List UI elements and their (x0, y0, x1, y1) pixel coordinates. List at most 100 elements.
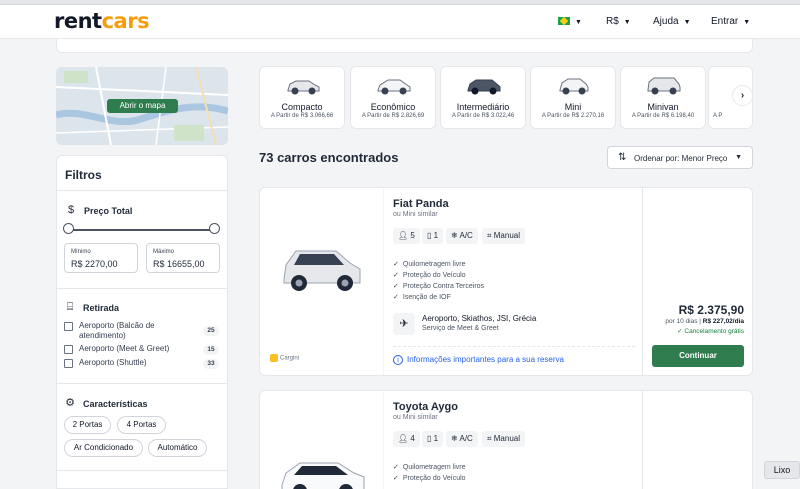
language-selector[interactable]: ▼ (558, 16, 582, 27)
car-similar: ou Mini similar (393, 414, 438, 421)
divider (393, 346, 635, 347)
currency-selector[interactable]: R$ ▼ (606, 16, 631, 27)
car-icon (647, 77, 681, 95)
min-price-label: Mínimo (71, 249, 91, 255)
category-card-mini[interactable]: Mini A Partir de R$ 2.270,16 (530, 66, 616, 129)
category-price: A Partir de R$ 3.022,46 (451, 113, 515, 119)
seats-spec: 👤︎ 5 (393, 228, 420, 244)
info-icon: i (393, 355, 403, 365)
check-icon: ✓ (393, 261, 399, 268)
seats-spec: 👤︎ 4 (393, 431, 420, 447)
bags-spec: ▯ 1 (422, 228, 444, 244)
total-price: R$ 2.375,90 (678, 303, 744, 317)
open-map-button[interactable]: Abrir o mapa (107, 99, 178, 113)
continue-button[interactable]: Continuar (652, 345, 744, 367)
currency-label: R$ (606, 16, 619, 27)
car-photo (281, 462, 365, 489)
free-cancellation: ✓ Cancelamento grátis (677, 328, 744, 335)
checkbox[interactable] (64, 359, 73, 368)
pickup-option[interactable]: Aeroporto (Meet & Greet) 15 (64, 344, 219, 356)
sort-dropdown[interactable]: ⇅ Ordenar por: Menor Preço ▼ (607, 146, 753, 169)
price-column: R$ 2.375,90 por 10 dias | R$ 227,02/dia … (642, 188, 753, 375)
feature-chip-2-doors[interactable]: 2 Portas (64, 416, 111, 434)
pickup-option[interactable]: Aeroporto (Shuttle) 33 (64, 358, 219, 370)
pickup-option-count: 15 (203, 345, 219, 355)
airplane-icon: ✈ (393, 313, 415, 335)
login-menu[interactable]: Entrar ▼ (711, 16, 750, 27)
pickup-option[interactable]: Aeroporto (Balcão de atendimento) 25 (64, 321, 219, 341)
feature-chip-4-doors[interactable]: 4 Portas (117, 416, 166, 434)
chevron-down-icon: ▼ (735, 154, 742, 161)
price-slider-min-handle[interactable] (63, 223, 74, 234)
rentcars-logo[interactable]: rentcars (54, 9, 150, 33)
sort-arrows-icon: ⇅ (618, 152, 627, 163)
car-result-card[interactable]: Cargini Fiat Panda ou Mini similar 👤︎ 5 … (259, 187, 753, 376)
car-name: Toyota Aygo (393, 401, 458, 413)
money-icon: $ (67, 204, 75, 216)
check-icon: ✓ (677, 328, 683, 335)
transmission-spec: ⌗ Manual (482, 228, 525, 244)
car-photo (283, 250, 361, 291)
trash-label[interactable]: Lixo (764, 461, 800, 479)
feature-item: ✓ Quilometragem livre (393, 261, 466, 268)
category-price: A Partir de R$ 3.066,66 (270, 113, 334, 119)
price-filter-title: Preço Total (84, 206, 133, 216)
pickup-option-count: 25 (203, 326, 219, 336)
max-price-label: Máximo (153, 249, 175, 255)
pickup-location: Aeroporto, Skiathos, JSI, Grécia (422, 314, 537, 323)
car-icon (287, 80, 320, 95)
car-similar: ou Mini similar (393, 211, 438, 218)
pickup-option-count: 33 (203, 359, 219, 369)
feature-chip-ac[interactable]: Ar Condicionado (64, 439, 143, 457)
help-menu[interactable]: Ajuda ▼ (653, 16, 691, 27)
category-card-minivan[interactable]: Minivan A Partir de R$ 6.198,40 (620, 66, 706, 129)
features-filter-title: Características (83, 399, 148, 409)
search-summary-bar[interactable] (56, 39, 753, 53)
category-card-intermediario[interactable]: Intermediário A Partir de R$ 3.022,46 (440, 66, 526, 129)
divider (57, 470, 227, 471)
brazil-flag-icon (558, 17, 570, 26)
price-slider-max-handle[interactable] (209, 223, 220, 234)
feature-item: ✓ Proteção do Veículo (393, 475, 466, 482)
checkbox[interactable] (64, 322, 73, 331)
divider (57, 288, 227, 289)
category-name: Mini (564, 102, 582, 112)
help-label: Ajuda (653, 16, 679, 27)
pickup-option-label: Aeroporto (Meet & Greet) (79, 344, 170, 353)
chevron-down-icon: ▼ (623, 19, 631, 26)
feature-chip-automatic[interactable]: Automático (148, 439, 207, 457)
feature-item: ✓ Proteção do Veículo (393, 272, 466, 279)
supplier-logo: Cargini (270, 354, 299, 362)
price-column (642, 391, 753, 489)
category-name: Econômico (370, 102, 416, 112)
feature-item: ✓ Quilometragem livre (393, 464, 466, 471)
chevron-right-icon[interactable]: › (732, 85, 753, 106)
car-icon (377, 79, 411, 95)
price-slider-track[interactable] (68, 229, 215, 231)
min-price-field[interactable]: Mínimo R$ 2270,00 (64, 243, 138, 273)
bags-spec: ▯ 1 (422, 431, 444, 447)
check-icon: ✓ (393, 464, 399, 471)
divider (57, 383, 227, 384)
max-price-field[interactable]: Máximo R$ 16655,00 (146, 243, 220, 273)
snowflake-icon: ❄ (451, 231, 458, 240)
max-price-value: R$ 16655,00 (153, 259, 205, 269)
suitcase-icon: ▯ (427, 231, 432, 240)
check-icon: ✓ (393, 294, 399, 301)
map-preview[interactable]: Abrir o mapa (56, 67, 228, 145)
important-info-link[interactable]: i Informações importantes para a sua rese… (393, 355, 564, 365)
pickup-option-label: Aeroporto (Balcão de atendimento) (79, 321, 155, 340)
divider (57, 190, 227, 191)
checkbox[interactable] (64, 345, 73, 354)
chevron-down-icon: ▼ (743, 19, 751, 26)
car-result-card[interactable]: Toyota Aygo ou Mini similar 👤︎ 4 ▯ 1 ❄ A… (259, 390, 753, 489)
car-icon (559, 78, 589, 95)
category-card-economico[interactable]: Econômico A Partir de R$ 2.826,69 (350, 66, 436, 129)
gearshift-icon: ⌗ (487, 434, 492, 443)
category-card-compacto[interactable]: Compacto A Partir de R$ 3.066,66 (259, 66, 345, 129)
suitcase-icon: ▯ (427, 434, 432, 443)
results-count: 73 carros encontrados (259, 150, 399, 165)
check-icon: ✓ (393, 272, 399, 279)
check-icon: ✓ (393, 475, 399, 482)
transmission-spec: ⌗ Manual (482, 431, 525, 447)
